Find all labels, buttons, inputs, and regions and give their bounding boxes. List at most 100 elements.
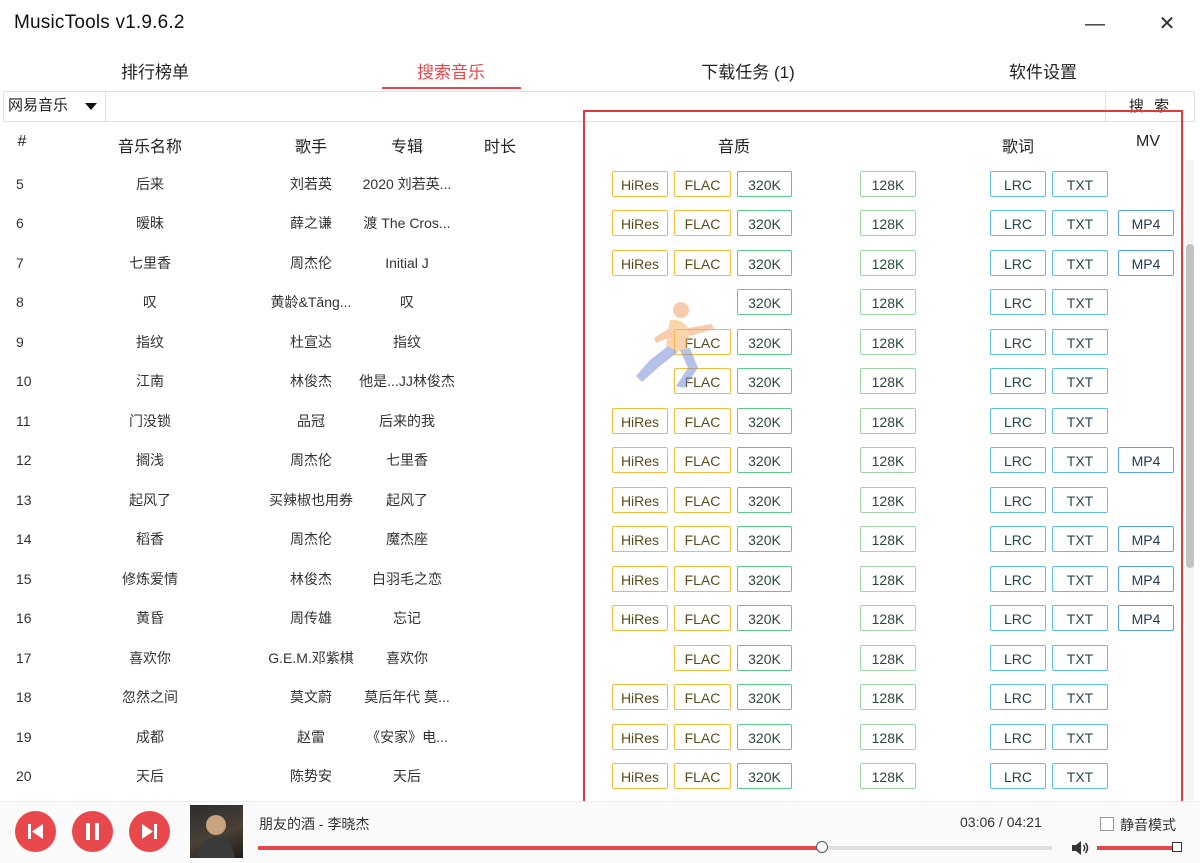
mp3-320k-download-button[interactable]: 320K xyxy=(737,249,792,276)
table-row[interactable]: 11 门没锁 品冠 后来的我 HiRes FLAC 320K 128K LRC TXT xyxy=(0,402,1184,442)
mp3-128k-download-button[interactable]: 128K xyxy=(860,684,916,710)
hires-download-button[interactable]: HiRes xyxy=(612,447,668,473)
hires-download-button[interactable]: HiRes xyxy=(612,407,668,434)
mp3-128k-download-button[interactable]: 128K xyxy=(860,210,916,236)
mp3-320k-download-button[interactable]: 320K xyxy=(737,644,792,671)
table-row[interactable]: 15 修炼爱情 林俊杰 白羽毛之恋 HiRes FLAC 320K 128K LRC TXT MP4 xyxy=(0,560,1184,600)
txt-lyrics-button[interactable]: TXT xyxy=(1052,486,1108,513)
flac-download-button[interactable]: FLAC xyxy=(674,644,731,671)
lrc-lyrics-button[interactable]: LRC xyxy=(990,210,1046,236)
txt-lyrics-button[interactable]: TXT xyxy=(1052,407,1108,434)
flac-download-button[interactable]: FLAC xyxy=(674,565,731,592)
mv-download-button[interactable]: MP4 xyxy=(1118,565,1174,592)
txt-lyrics-button[interactable]: TXT xyxy=(1052,763,1108,789)
mp3-128k-download-button[interactable]: 128K xyxy=(860,644,916,671)
txt-lyrics-button[interactable]: TXT xyxy=(1052,684,1108,710)
flac-download-button[interactable]: FLAC xyxy=(674,684,731,710)
flac-download-button[interactable]: FLAC xyxy=(674,249,731,276)
mp3-320k-download-button[interactable]: 320K xyxy=(737,486,792,513)
lrc-lyrics-button[interactable]: LRC xyxy=(990,368,1046,394)
mv-download-button[interactable]: MP4 xyxy=(1118,526,1174,552)
progress-handle[interactable] xyxy=(816,841,828,853)
table-row[interactable]: 7 七里香 周杰伦 Initial J HiRes FLAC 320K 128K LRC TXT M… xyxy=(0,244,1184,284)
hires-download-button[interactable]: HiRes xyxy=(612,486,668,513)
mp3-320k-download-button[interactable]: 320K xyxy=(737,723,792,750)
previous-button[interactable] xyxy=(15,811,56,852)
mp3-320k-download-button[interactable]: 320K xyxy=(737,210,792,236)
table-row[interactable]: 13 起风了 买辣椒也用券 起风了 HiRes FLAC 320K 128K LRC TXT xyxy=(0,481,1184,521)
table-row[interactable]: 18 忽然之间 莫文蔚 莫后年代 莫... HiRes FLAC 320K 128K LRC TX… xyxy=(0,678,1184,718)
table-row[interactable]: 5 后来 刘若英 2020 刘若英... HiRes FLAC 320K 128K LRC TXT xyxy=(0,165,1184,205)
lrc-lyrics-button[interactable]: LRC xyxy=(990,723,1046,750)
lrc-lyrics-button[interactable]: LRC xyxy=(990,684,1046,710)
mv-download-button[interactable]: MP4 xyxy=(1118,210,1174,236)
volume-slider[interactable] xyxy=(1097,846,1177,850)
txt-lyrics-button[interactable]: TXT xyxy=(1052,368,1108,394)
search-button[interactable]: 搜 索 xyxy=(1105,91,1195,122)
table-row[interactable]: 9 指纹 杜宣达 指纹 FLAC 320K 128K LRC TXT xyxy=(0,323,1184,363)
txt-lyrics-button[interactable]: TXT xyxy=(1052,565,1108,592)
lrc-lyrics-button[interactable]: LRC xyxy=(990,565,1046,592)
txt-lyrics-button[interactable]: TXT xyxy=(1052,170,1108,197)
mp3-128k-download-button[interactable]: 128K xyxy=(860,763,916,789)
results-table[interactable]: 4水星记郭顶飞行器的执行周期FLAC320K128KLRCTXT5后来刘若英20… xyxy=(0,158,1184,800)
mp3-320k-download-button[interactable]: 320K xyxy=(737,565,792,592)
txt-lyrics-button[interactable]: TXT xyxy=(1052,249,1108,276)
table-row[interactable]: 8 叹 黄龄&Tăng... 叹 320K 128K LRC TXT xyxy=(0,283,1184,323)
hires-download-button[interactable]: HiRes xyxy=(612,605,668,631)
flac-download-button[interactable]: FLAC xyxy=(674,210,731,236)
mp3-128k-download-button[interactable]: 128K xyxy=(860,526,916,552)
lrc-lyrics-button[interactable]: LRC xyxy=(990,447,1046,473)
mv-download-button[interactable]: MP4 xyxy=(1118,447,1174,473)
lrc-lyrics-button[interactable]: LRC xyxy=(990,526,1046,552)
lrc-lyrics-button[interactable]: LRC xyxy=(990,763,1046,789)
mp3-320k-download-button[interactable]: 320K xyxy=(737,289,792,315)
txt-lyrics-button[interactable]: TXT xyxy=(1052,289,1108,315)
hires-download-button[interactable]: HiRes xyxy=(612,170,668,197)
mute-checkbox[interactable] xyxy=(1100,817,1114,831)
table-row[interactable]: 10 江南 林俊杰 他是...JJ林俊杰 FLAC 320K 128K LRC TXT xyxy=(0,362,1184,402)
flac-download-button[interactable]: FLAC xyxy=(674,605,731,631)
flac-download-button[interactable]: FLAC xyxy=(674,486,731,513)
mp3-128k-download-button[interactable]: 128K xyxy=(860,605,916,631)
mp3-128k-download-button[interactable]: 128K xyxy=(860,170,916,197)
mp3-320k-download-button[interactable]: 320K xyxy=(737,684,792,710)
mp3-128k-download-button[interactable]: 128K xyxy=(860,447,916,473)
lrc-lyrics-button[interactable]: LRC xyxy=(990,249,1046,276)
flac-download-button[interactable]: FLAC xyxy=(674,170,731,197)
table-row[interactable]: 6 暧昧 薛之谦 渡 The Cros... HiRes FLAC 320K 128K LRC T… xyxy=(0,204,1184,244)
lrc-lyrics-button[interactable]: LRC xyxy=(990,486,1046,513)
lrc-lyrics-button[interactable]: LRC xyxy=(990,605,1046,631)
mp3-320k-download-button[interactable]: 320K xyxy=(737,328,792,355)
txt-lyrics-button[interactable]: TXT xyxy=(1052,644,1108,671)
mp3-320k-download-button[interactable]: 320K xyxy=(737,447,792,473)
search-input[interactable] xyxy=(107,92,1097,121)
table-row[interactable]: 19 成都 赵雷 《安家》电... HiRes FLAC 320K 128K LRC TXT xyxy=(0,718,1184,758)
music-source-dropdown[interactable]: 网易音乐 xyxy=(3,91,106,122)
table-row[interactable]: 17 喜欢你 G.E.M.邓紫棋 喜欢你 FLAC 320K 128K LRC TXT xyxy=(0,639,1184,679)
mp3-128k-download-button[interactable]: 128K xyxy=(860,486,916,513)
mp3-128k-download-button[interactable]: 128K xyxy=(860,407,916,434)
hires-download-button[interactable]: HiRes xyxy=(612,565,668,592)
mv-download-button[interactable]: MP4 xyxy=(1118,249,1174,276)
lrc-lyrics-button[interactable]: LRC xyxy=(990,328,1046,355)
mp3-320k-download-button[interactable]: 320K xyxy=(737,526,792,552)
mp3-320k-download-button[interactable]: 320K xyxy=(737,605,792,631)
mp3-128k-download-button[interactable]: 128K xyxy=(860,249,916,276)
tab-rankings[interactable]: 排行榜单 xyxy=(70,58,240,88)
mp3-320k-download-button[interactable]: 320K xyxy=(737,763,792,789)
table-row[interactable]: 14 稻香 周杰伦 魔杰座 HiRes FLAC 320K 128K LRC TXT MP4 xyxy=(0,520,1184,560)
table-row[interactable]: 20 天后 陈势安 天后 HiRes FLAC 320K 128K LRC TXT xyxy=(0,757,1184,797)
flac-download-button[interactable]: FLAC xyxy=(674,723,731,750)
mp3-320k-download-button[interactable]: 320K xyxy=(737,368,792,394)
table-row[interactable]: 16 黄昏 周传雄 忘记 HiRes FLAC 320K 128K LRC TXT MP4 xyxy=(0,599,1184,639)
mp3-128k-download-button[interactable]: 128K xyxy=(860,723,916,750)
flac-download-button[interactable]: FLAC xyxy=(674,526,731,552)
volume-handle[interactable] xyxy=(1172,842,1182,852)
hires-download-button[interactable]: HiRes xyxy=(612,763,668,789)
txt-lyrics-button[interactable]: TXT xyxy=(1052,328,1108,355)
hires-download-button[interactable]: HiRes xyxy=(612,684,668,710)
lrc-lyrics-button[interactable]: LRC xyxy=(990,644,1046,671)
tab-settings[interactable]: 软件设置 xyxy=(958,58,1128,88)
flac-download-button[interactable]: FLAC xyxy=(674,447,731,473)
